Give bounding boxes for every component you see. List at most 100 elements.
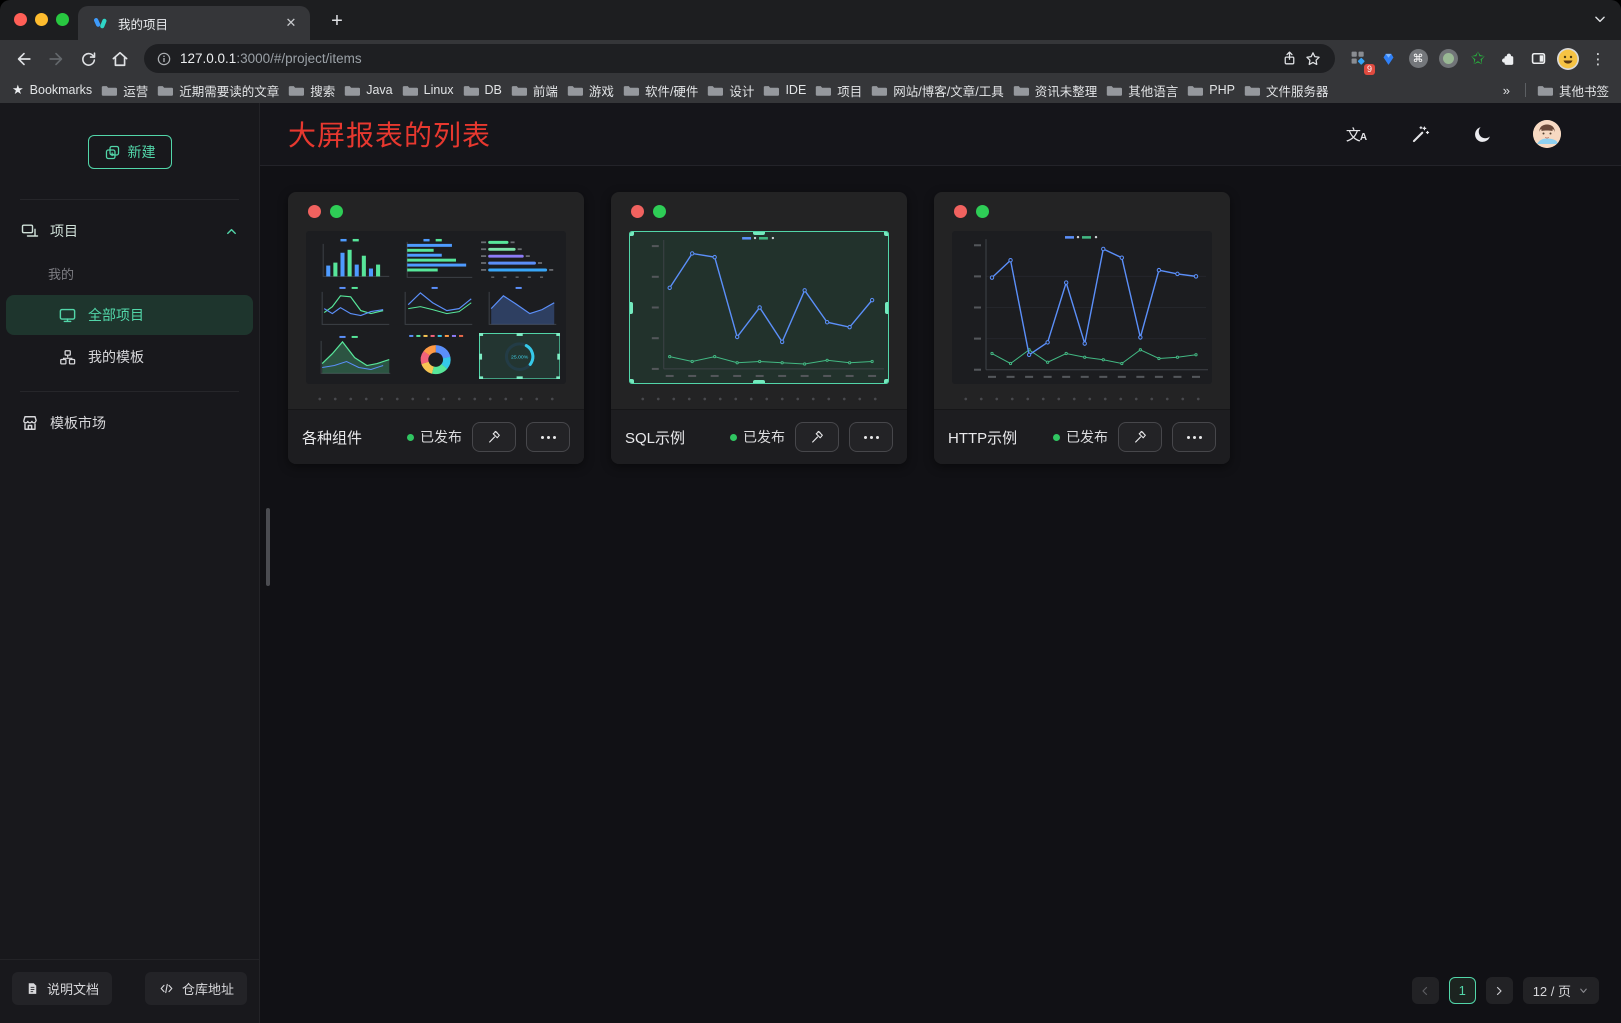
bookmark-star-icon[interactable] [1301, 47, 1325, 71]
bookmark-folder[interactable]: IDE [763, 83, 806, 97]
current-page-button[interactable]: 1 [1449, 977, 1476, 1004]
project-card[interactable]: 25.00% 各种组件 已发布 [288, 192, 584, 464]
bookmark-folder[interactable]: Java [344, 83, 392, 97]
side-panel-icon[interactable] [1525, 46, 1551, 72]
minimize-window-button[interactable] [35, 13, 48, 26]
apps-grid-icon[interactable]: 9 [1345, 46, 1371, 72]
profile-emoji-icon[interactable] [1555, 46, 1581, 72]
resize-handle[interactable] [753, 231, 765, 235]
forward-button[interactable] [42, 45, 70, 73]
bookmark-label: Linux [424, 83, 454, 97]
page-header: 大屏报表的列表 文A [260, 103, 1621, 166]
bookmark-folder[interactable]: DB [463, 83, 502, 97]
back-button[interactable] [10, 45, 38, 73]
bookmark-folder[interactable]: 游戏 [567, 81, 614, 100]
green-star-icon[interactable]: ✩ [1465, 46, 1491, 72]
repo-button[interactable]: 仓库地址 [145, 972, 247, 1005]
tab-search-chevron-icon[interactable] [1593, 12, 1607, 26]
bookmark-folder[interactable]: Linux [402, 83, 454, 97]
resize-handle[interactable] [629, 379, 634, 384]
folder-icon [623, 84, 639, 97]
bookmark-folder[interactable]: 近期需要读的文章 [157, 81, 279, 100]
sidebar-item-template-market[interactable]: 模板市场 [0, 400, 259, 446]
folder-icon [763, 84, 779, 97]
project-card[interactable]: SQL示例 已发布 [611, 192, 907, 464]
new-project-button[interactable]: 新建 [88, 135, 172, 169]
record-icon[interactable] [1435, 46, 1461, 72]
puzzle-icon[interactable] [1495, 46, 1521, 72]
chevron-up-icon[interactable] [224, 224, 239, 239]
bookmark-label: 网站/博客/文章/工具 [893, 81, 1003, 100]
mini-line-chart [312, 284, 393, 330]
zoom-window-button[interactable] [56, 13, 69, 26]
translate-icon[interactable]: 文A [1344, 121, 1370, 147]
project-thumbnail[interactable] [629, 231, 889, 384]
bookmark-folder[interactable]: 搜索 [288, 81, 335, 100]
page-size-select[interactable]: 12 / 页 [1523, 977, 1599, 1004]
mini-gauge-selected: 25.00% [479, 333, 560, 379]
folder-icon [1187, 84, 1203, 97]
reload-button[interactable] [74, 45, 102, 73]
resize-handle[interactable] [884, 379, 889, 384]
browser-tab[interactable]: 我的项目 ✕ [78, 6, 310, 40]
bookmark-folder[interactable]: 文件服务器 [1244, 81, 1329, 100]
scrollbar-thumb[interactable] [266, 508, 270, 586]
bookmark-folder[interactable]: 资讯未整理 [1013, 81, 1098, 100]
more-options-button[interactable] [1172, 422, 1216, 452]
bookmark-folder[interactable]: 软件/硬件 [623, 81, 698, 100]
new-tab-button[interactable]: + [324, 8, 350, 34]
sidebar-item-all-projects[interactable]: 全部项目 [6, 295, 253, 335]
bookmark-folder[interactable]: 前端 [511, 81, 558, 100]
sidebar-item-my-templates[interactable]: 我的模板 [6, 337, 253, 377]
sidebar-sub-label: 我的 [0, 254, 259, 293]
bookmark-folder[interactable]: 网站/博客/文章/工具 [871, 81, 1003, 100]
repo-button-label: 仓库地址 [182, 979, 234, 998]
url-text[interactable]: 127.0.0.1:3000/#/project/items [180, 51, 1277, 66]
tab-close-icon[interactable]: ✕ [282, 14, 300, 32]
card-window-dots [934, 192, 1230, 218]
user-avatar[interactable] [1533, 120, 1561, 148]
resize-handle[interactable] [885, 302, 889, 314]
dark-mode-moon-icon[interactable] [1470, 121, 1496, 147]
docs-button[interactable]: 说明文档 [12, 972, 112, 1005]
site-info-icon[interactable] [156, 51, 172, 67]
bookmarks-bar: ★ Bookmarks 运营近期需要读的文章搜索 Java Linux DB 前端游戏 软… [0, 77, 1621, 103]
browser-menu-icon[interactable]: ⋮ [1585, 46, 1611, 72]
project-thumbnail[interactable] [952, 231, 1212, 384]
traffic-lights [14, 13, 69, 26]
resize-handle[interactable] [753, 380, 765, 384]
bookmark-folder[interactable]: 其他语言 [1106, 81, 1178, 100]
bookmark-folder[interactable]: 项目 [815, 81, 862, 100]
resize-handle[interactable] [629, 231, 634, 236]
prev-page-button[interactable] [1412, 977, 1439, 1004]
command-icon[interactable]: ⌘ [1405, 46, 1431, 72]
document-icon [25, 981, 40, 996]
gem-icon[interactable] [1375, 46, 1401, 72]
share-icon[interactable] [1277, 47, 1301, 71]
next-page-button[interactable] [1486, 977, 1513, 1004]
home-button[interactable] [106, 45, 134, 73]
bookmarks-manager-item[interactable]: ★ Bookmarks [12, 82, 92, 98]
sidebar-group-projects[interactable]: 项目 [0, 208, 259, 254]
project-thumbnail[interactable]: 25.00% [306, 231, 566, 384]
resize-handle[interactable] [629, 302, 633, 314]
bookmark-folder[interactable]: 设计 [707, 81, 754, 100]
other-bookmarks-item[interactable]: 其他书签 [1537, 81, 1609, 100]
project-card[interactable]: HTTP示例 已发布 [934, 192, 1230, 464]
bookmark-label: 软件/硬件 [645, 81, 698, 100]
magic-wand-icon[interactable] [1407, 121, 1433, 147]
edit-hammer-button[interactable] [795, 422, 839, 452]
extension-badge: 9 [1364, 64, 1375, 75]
close-window-button[interactable] [14, 13, 27, 26]
more-options-button[interactable] [526, 422, 570, 452]
bookmark-folder[interactable]: 运营 [101, 81, 148, 100]
edit-hammer-button[interactable] [472, 422, 516, 452]
resize-handle[interactable] [884, 231, 889, 236]
sidebar-divider [20, 391, 239, 392]
bookmark-folder[interactable]: PHP [1187, 83, 1235, 97]
more-options-button[interactable] [849, 422, 893, 452]
edit-hammer-button[interactable] [1118, 422, 1162, 452]
url-bar[interactable]: 127.0.0.1:3000/#/project/items [144, 44, 1335, 73]
bookmarks-overflow-chevron[interactable]: » [1499, 83, 1514, 98]
tab-title: 我的项目 [118, 14, 282, 33]
